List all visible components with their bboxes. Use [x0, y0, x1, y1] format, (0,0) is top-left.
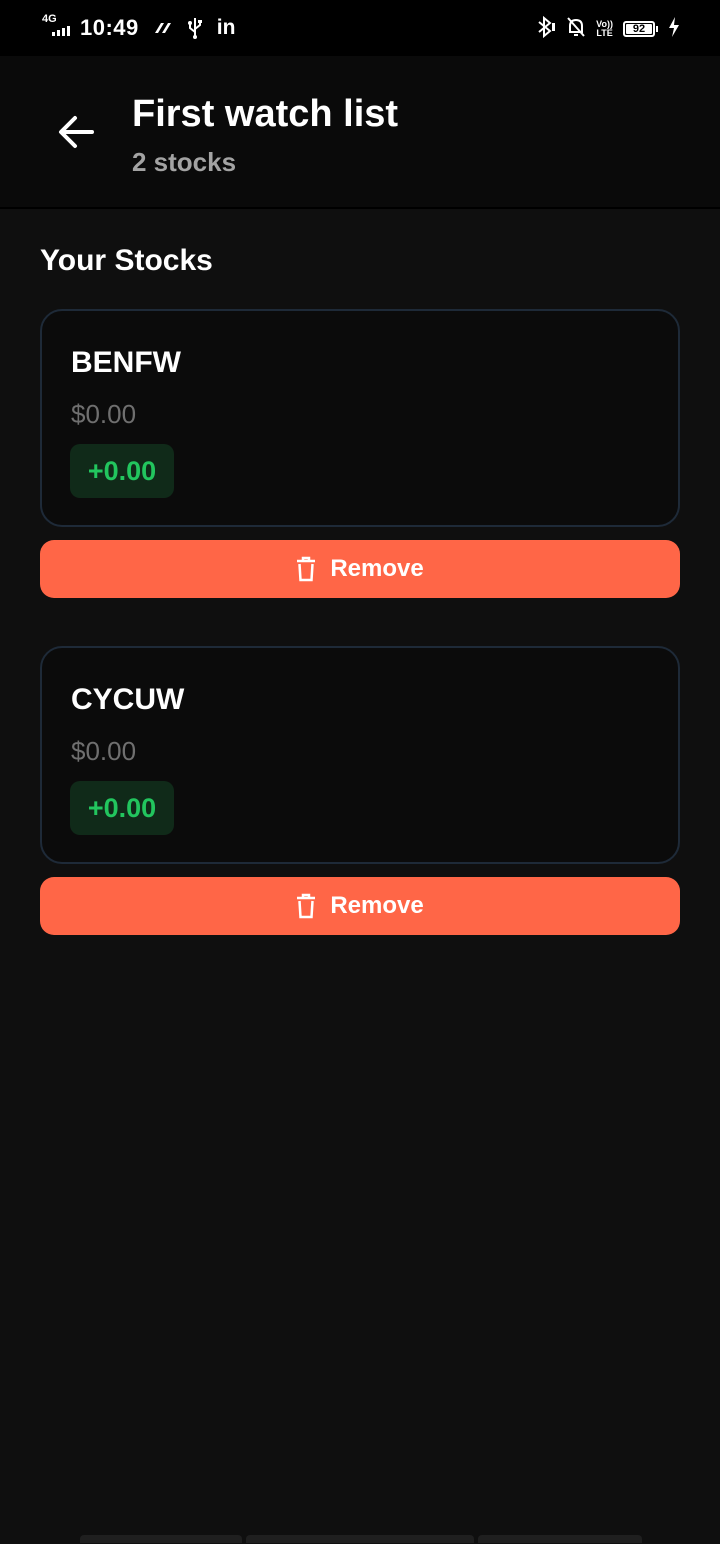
network-type: 4G [42, 13, 57, 25]
section-title: Your Stocks [40, 244, 213, 277]
stock-price: $0.00 [71, 736, 137, 766]
mute-bell-icon [566, 16, 586, 43]
usb-icon [187, 17, 203, 39]
linkedin-icon: in [216, 16, 236, 39]
volte-icon: Vo)) LTE [596, 19, 613, 38]
bottom-nav-hint [80, 1535, 642, 1543]
trash-icon [297, 556, 316, 582]
charging-icon [668, 16, 680, 42]
bluetooth-icon [536, 15, 556, 43]
signal-bars [52, 26, 70, 36]
remove-button[interactable]: Remove [40, 540, 680, 598]
remove-button[interactable]: Remove [40, 877, 680, 935]
app-screen: 4G 10:49 in Vo)) LTE 92 First watch list… [0, 0, 720, 1544]
change-badge: +0.00 [70, 444, 174, 498]
trash-icon [297, 893, 316, 919]
remove-label: Remove [330, 892, 424, 919]
clock: 10:49 [80, 15, 139, 40]
status-right: Vo)) LTE 92 [536, 15, 680, 43]
change-badge: +0.00 [70, 781, 174, 835]
status-bar: 4G 10:49 in Vo)) LTE 92 [0, 0, 720, 56]
stock-symbol: CYCUW [71, 683, 185, 716]
page-title: First watch list [132, 93, 399, 135]
signal-icon: 4G [42, 14, 76, 42]
arrow-left-icon [59, 116, 94, 148]
stock-card[interactable]: BENFW $0.00 +0.00 [40, 309, 680, 527]
stock-price: $0.00 [71, 399, 137, 429]
stock-card[interactable]: CYCUW $0.00 +0.00 [40, 646, 680, 864]
remove-label: Remove [330, 555, 424, 582]
status-left: 4G 10:49 in [42, 14, 235, 42]
back-button[interactable] [50, 106, 102, 158]
battery-icon: 92 [623, 21, 658, 37]
stock-count: 2 stocks [132, 147, 237, 177]
app-notification-icon [153, 20, 173, 36]
stock-symbol: BENFW [71, 346, 181, 379]
app-header: First watch list 2 stocks [0, 56, 720, 209]
battery-level: 92 [626, 24, 652, 35]
